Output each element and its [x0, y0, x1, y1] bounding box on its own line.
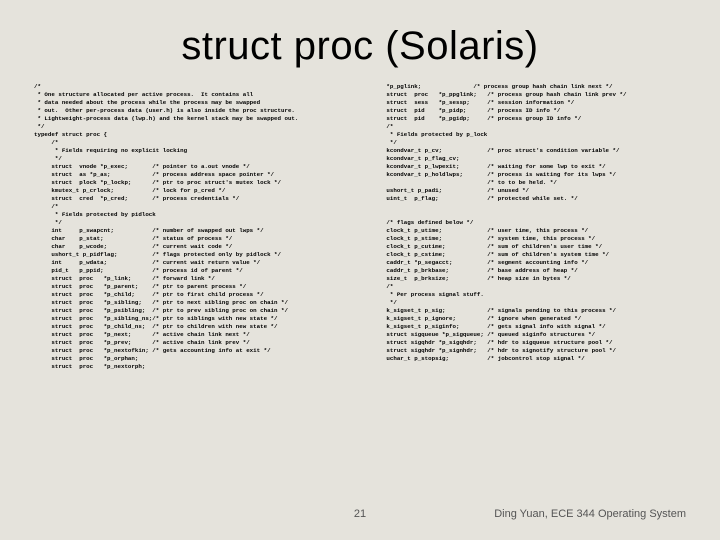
code-columns: /* * One structure allocated per active …	[0, 69, 720, 371]
footer-credit: Ding Yuan, ECE 344 Operating System	[494, 508, 686, 520]
code-right-column: *p_pglink; /* process group hash chain l…	[369, 83, 686, 371]
code-left-column: /* * One structure allocated per active …	[34, 83, 351, 371]
slide-title: struct proc (Solaris)	[0, 0, 720, 69]
slide: struct proc (Solaris) /* * One structure…	[0, 0, 720, 540]
